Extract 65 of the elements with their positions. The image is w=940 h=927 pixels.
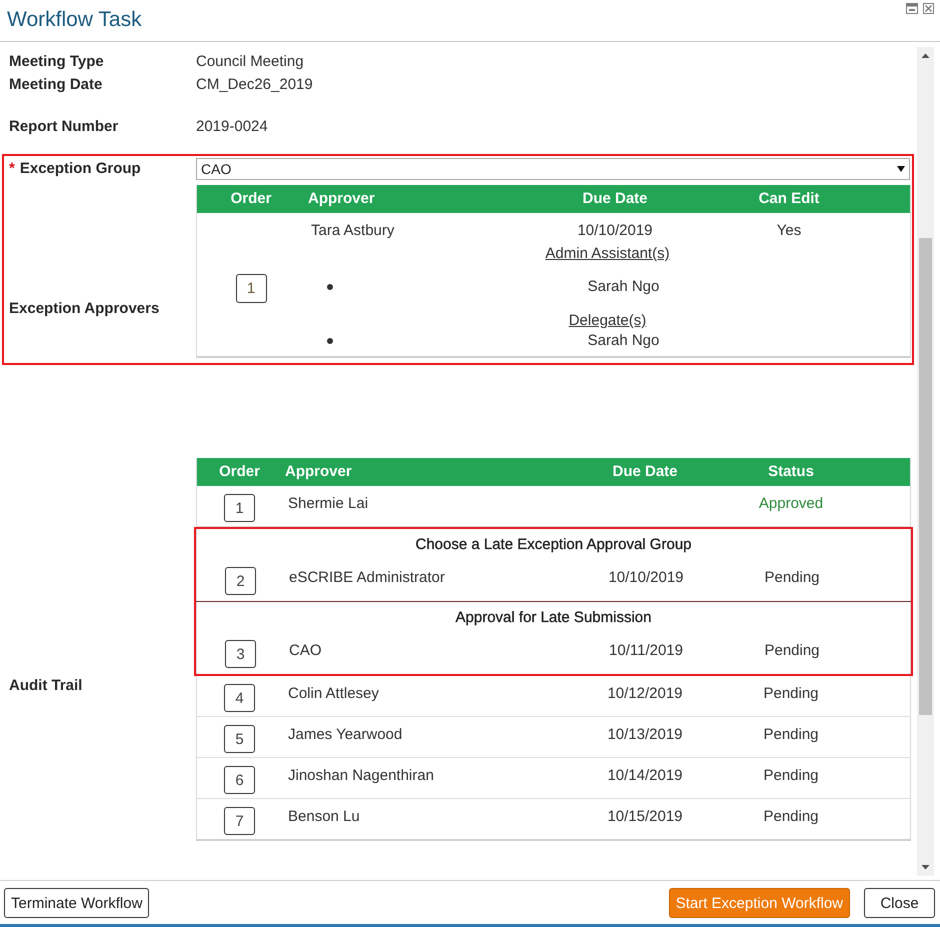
group-select[interactable]: CAO: [196, 158, 910, 180]
field-value: CM_Dec26_2019: [196, 75, 314, 95]
table-cell-text: Pending: [763, 766, 819, 786]
sublist-heading: Delegate(s): [568, 311, 646, 331]
column-header: Can Edit: [758, 189, 820, 209]
window-title: Workflow Task: [6, 7, 142, 32]
field-value: Council Meeting: [196, 52, 305, 72]
scrollbar-thumb[interactable]: [919, 238, 932, 715]
table-cell-text: 10/13/2019: [607, 725, 683, 745]
table-cell-text: Colin Attlesey: [287, 684, 379, 704]
order-number: 5: [224, 725, 255, 753]
field-label: Exception Group: [20, 159, 141, 179]
column-header: Due Date: [582, 189, 648, 209]
table-cell-text: Pending: [763, 807, 819, 827]
field-label: Audit Trail: [9, 676, 84, 696]
order-number: 3: [225, 640, 256, 668]
group-heading: Choose a Late Exception Approval Group: [415, 536, 692, 553]
order-number: 1: [236, 274, 266, 303]
table-cell: Yes: [776, 221, 802, 241]
table-cell-text: 10/10/2019: [608, 568, 684, 588]
table-cell-text: Pending: [764, 641, 820, 661]
order-number: 1: [224, 494, 255, 522]
field-value: 2019-0024: [196, 117, 269, 137]
table-cell-text: Tara Astbury: [310, 221, 394, 241]
list-item-text: Sarah Ngo: [588, 331, 660, 351]
table-cell-text: 10/15/2019: [607, 807, 683, 827]
maximize-icon[interactable]: [906, 3, 918, 14]
column-header: Order: [219, 462, 260, 482]
table-cell-text: Pending: [763, 684, 819, 704]
group-heading: Approval for Late Submission: [456, 609, 652, 626]
order-number: 7: [224, 807, 255, 835]
column-header: Approver: [307, 189, 375, 209]
column-header: Approver: [284, 462, 352, 482]
order-number: 2: [225, 567, 256, 595]
table-cell-text: Pending: [763, 725, 819, 745]
dropdown-caret-icon: [897, 166, 905, 172]
table-cell-text: Jinoshan Nagenthiran: [287, 766, 434, 786]
close-icon[interactable]: [923, 3, 934, 14]
bullet-icon: [327, 284, 333, 290]
table-cell-text: Pending: [764, 568, 820, 588]
table-cell-text: Shermie Lai: [287, 494, 368, 514]
bullet-icon: [327, 338, 333, 344]
column-header: Status: [768, 462, 814, 482]
table-cell: 10/10/2019: [577, 221, 653, 241]
table-cell-text: Benson Lu: [287, 807, 360, 827]
column-header: Order: [230, 189, 272, 209]
field-label: Meeting Date: [9, 75, 104, 95]
field-label: Exception Approvers: [9, 299, 160, 319]
column-header: Due Date: [612, 462, 678, 482]
order-number: 4: [224, 684, 255, 712]
table-cell-text: CAO: [288, 641, 322, 661]
table-cell-text: 10/14/2019: [607, 766, 683, 786]
table-cell-text: 10/12/2019: [607, 684, 683, 704]
field-label: Meeting Type: [9, 52, 105, 72]
table-cell-text: Approved: [758, 494, 824, 514]
required-asterisk: *: [9, 159, 15, 179]
dialog-button[interactable]: Close: [864, 888, 935, 918]
field-label: Report Number: [9, 117, 120, 137]
table-cell-text: James Yearwood: [287, 725, 402, 745]
sublist-heading: Admin Assistant(s): [545, 244, 670, 264]
list-item-text: Sarah Ngo: [588, 277, 660, 297]
table-cell-text: eSCRIBE Administrator: [288, 568, 445, 588]
order-number: 6: [224, 766, 255, 794]
table-cell-text: 10/11/2019: [609, 641, 683, 661]
dialog-button[interactable]: Terminate Workflow: [4, 888, 150, 918]
